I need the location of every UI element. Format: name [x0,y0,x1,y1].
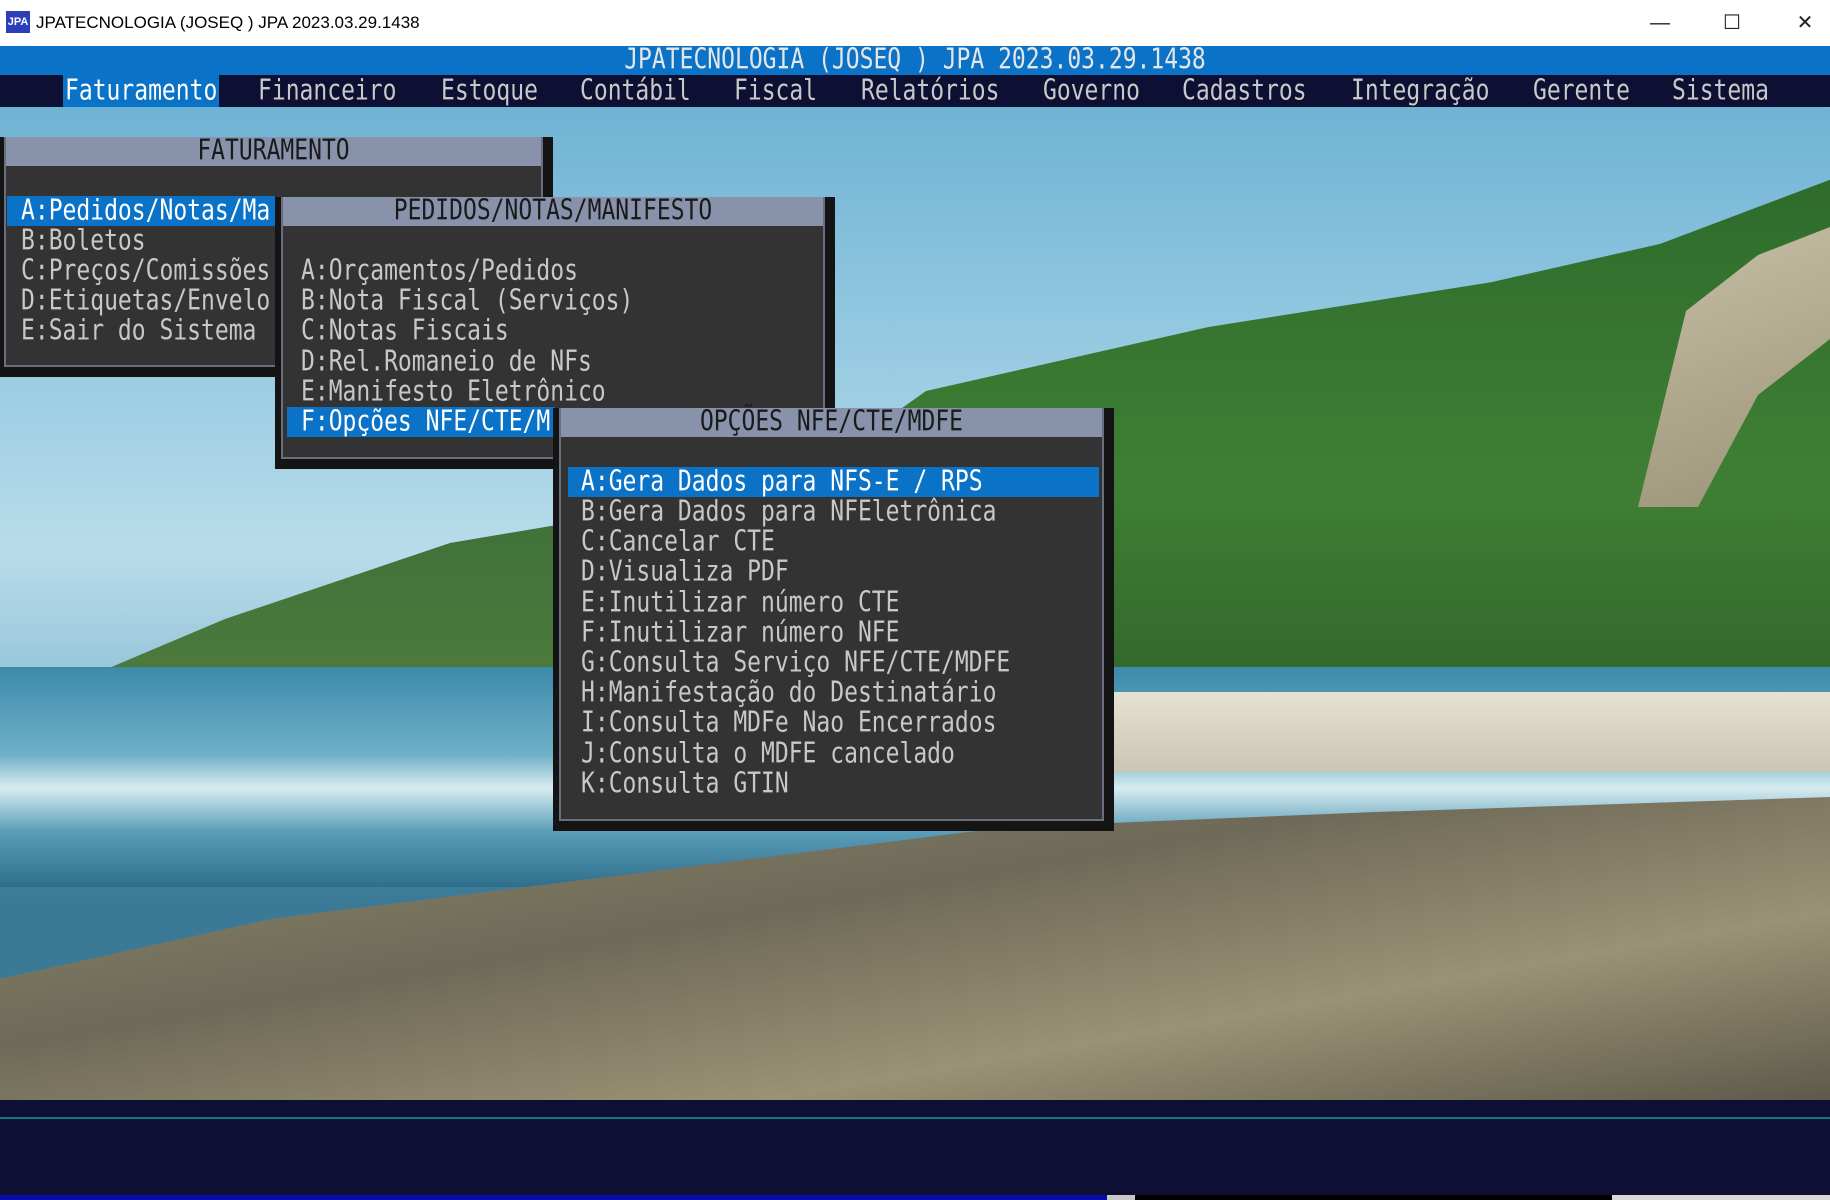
menu-item-cancelar-cte[interactable]: C:Cancelar CTE [568,527,1099,557]
status-strip [1135,1195,1612,1200]
menu-label: Faturamento [65,75,218,107]
minimize-icon[interactable]: — [1640,8,1680,38]
menu-contabil[interactable]: Contábil [578,75,693,107]
menu-label: Integração [1351,75,1490,107]
status-strip [1612,1195,1830,1200]
menu-item-pedidos[interactable]: A:Pedidos/Notas/Ma [7,196,275,226]
window-title: PEDIDOS/NOTAS/MANIFESTO [283,195,823,227]
menu-governo[interactable]: Governo [1041,75,1142,107]
menu-label: Cadastros [1182,75,1307,107]
menu-fiscal[interactable]: Fiscal [732,75,819,107]
menu-label: Contábil [580,75,691,107]
menu-item-nfse-rps[interactable]: A:Gera Dados para NFS-E / RPS [568,467,1099,497]
status-strip [1107,1195,1135,1200]
window-title: OPÇÕES NFE/CTE/MDFE [561,406,1102,438]
close-icon[interactable]: ✕ [1785,8,1825,38]
divider [0,1117,1830,1119]
status-strip [0,1195,1107,1200]
menu-item-mdfe-cancelado[interactable]: J:Consulta o MDFE cancelado [568,739,1099,769]
menu-financeiro[interactable]: Financeiro [256,75,398,107]
menu-item-etiquetas[interactable]: D:Etiquetas/Envelo [7,286,275,316]
menu-item-consulta-servico[interactable]: G:Consulta Serviço NFE/CTE/MDFE [568,648,1099,678]
menu-item-romaneio[interactable]: D:Rel.Romaneio de NFs [287,347,807,377]
menu-item-boletos[interactable]: B:Boletos [7,226,275,256]
menu-item-inutilizar-nfe[interactable]: F:Inutilizar número NFE [568,618,1099,648]
window-titlebar: JPA JPATECNOLOGIA (JOSEQ ) JPA 2023.03.2… [0,0,1830,46]
menu-label: Relatórios [861,75,1000,107]
menu-gerente[interactable]: Gerente [1531,75,1632,107]
menu-item-precos[interactable]: C:Preços/Comissões [7,256,275,286]
menu-label: Fiscal [734,75,818,107]
window-title: FATURAMENTO [6,135,541,167]
window-title: JPATECNOLOGIA (JOSEQ ) JPA 2023.03.29.14… [36,13,420,32]
menu-item-mdfe-nao-encerrados[interactable]: I:Consulta MDFe Nao Encerrados [568,708,1099,738]
app-logo-icon: JPA [6,11,30,33]
menu-label: Financeiro [258,75,397,107]
menu-item-visualiza-pdf[interactable]: D:Visualiza PDF [568,557,1099,587]
menu-item-inutilizar-cte[interactable]: E:Inutilizar número CTE [568,588,1099,618]
menu-sistema[interactable]: Sistema [1670,75,1771,107]
menu-item-sair[interactable]: E:Sair do Sistema [7,316,275,346]
opcoes-nfe-menu-window: OPÇÕES NFE/CTE/MDFE A:Gera Dados para NF… [553,406,1114,831]
menu-integracao[interactable]: Integração [1349,75,1491,107]
menu-item-notas-fiscais[interactable]: C:Notas Fiscais [287,316,807,346]
menu-label: Sistema [1672,75,1769,107]
menu-label: Estoque [441,75,538,107]
menu-item-manifesto[interactable]: E:Manifesto Eletrônico [287,377,807,407]
menu-faturamento[interactable]: Faturamento [63,75,220,107]
menu-item-nfe-eletronica[interactable]: B:Gera Dados para NFEletrônica [568,497,1099,527]
maximize-icon[interactable]: ☐ [1712,8,1752,38]
menu-cadastros[interactable]: Cadastros [1180,75,1309,107]
menu-label: Gerente [1533,75,1630,107]
menu-label: Governo [1043,75,1140,107]
main-menu: Faturamento Financeiro Estoque Contábil … [0,75,1830,107]
menu-item-consulta-gtin[interactable]: K:Consulta GTIN [568,769,1099,799]
menu-item-nota-servicos[interactable]: B:Nota Fiscal (Serviços) [287,286,807,316]
menu-estoque[interactable]: Estoque [439,75,540,107]
status-area [0,1100,1830,1195]
menu-item-manifestacao[interactable]: H:Manifestação do Destinatário [568,678,1099,708]
menu-item-opcoes-nfe[interactable]: F:Opções NFE/CTE/M [287,407,555,437]
menu-item-orcamentos[interactable]: A:Orçamentos/Pedidos [287,256,807,286]
menu-relatorios[interactable]: Relatórios [859,75,1001,107]
